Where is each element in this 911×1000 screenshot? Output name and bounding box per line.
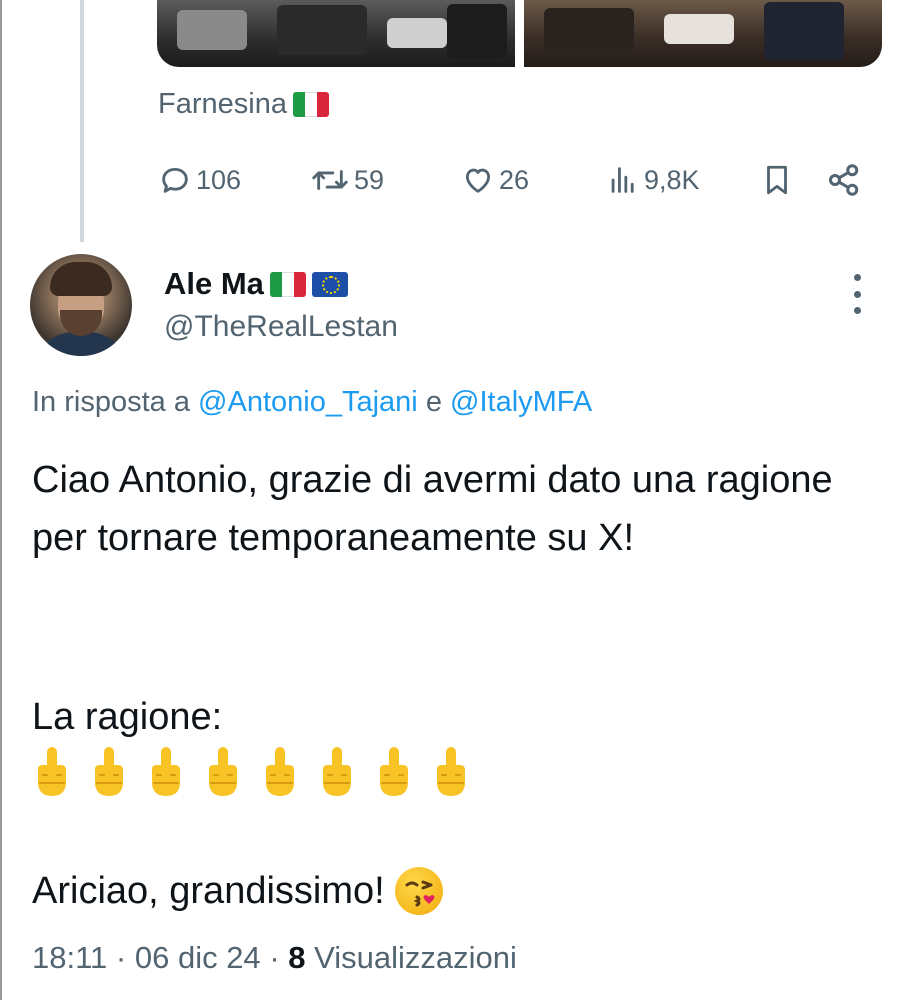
thread-connector-line xyxy=(80,0,84,242)
source-label: Farnesina xyxy=(158,88,287,120)
views-count: 9,8K xyxy=(644,164,700,195)
author-handle[interactable]: @TheRealLestan xyxy=(164,310,398,344)
reply-button[interactable]: 106 xyxy=(158,163,241,197)
tweet-views-label: Visualizzazioni xyxy=(314,940,517,975)
middle-finger-emoji xyxy=(34,745,70,799)
parent-tweet-actions: 106 59 26 9,8K xyxy=(158,160,868,200)
more-icon xyxy=(853,274,861,281)
heart-icon xyxy=(465,168,491,193)
bookmark-button[interactable] xyxy=(760,162,794,198)
reply-context: In risposta a @Antonio_Tajani e @ItalyMF… xyxy=(32,386,592,419)
tweet-text-paragraph-2: La ragione: xyxy=(32,696,223,738)
retweet-icon xyxy=(312,170,348,190)
middle-finger-emoji xyxy=(433,745,469,799)
like-count: 26 xyxy=(499,164,530,195)
share-icon xyxy=(829,164,859,196)
mention-link-antonio-tajani[interactable]: @Antonio_Tajani xyxy=(198,386,418,418)
middle-finger-emoji-row xyxy=(34,745,469,799)
share-button[interactable] xyxy=(826,162,862,198)
tweet-views-count: 8 xyxy=(288,940,306,975)
more-options-button[interactable] xyxy=(850,274,864,314)
tweet-text-closing: Ariciao, grandissimo! xyxy=(32,870,385,912)
eu-flag-icon xyxy=(311,271,348,297)
author-name[interactable]: Ale Ma xyxy=(164,266,348,302)
tweet-closing-line: Ariciao, grandissimo! xyxy=(32,862,443,920)
middle-finger-emoji xyxy=(319,745,355,799)
media-photo-2[interactable] xyxy=(524,0,882,67)
parent-tweet-media[interactable] xyxy=(157,0,882,67)
middle-finger-emoji xyxy=(91,745,127,799)
views-icon xyxy=(611,167,634,193)
middle-finger-emoji xyxy=(262,745,298,799)
italy-flag-icon xyxy=(292,92,329,117)
tweet-meta: 18:11 · 06 dic 24 · 8 Visualizzazioni xyxy=(32,940,517,975)
retweet-button[interactable]: 59 xyxy=(310,163,384,197)
middle-finger-emoji xyxy=(376,745,412,799)
reply-icon xyxy=(162,167,188,193)
kissing-face-emoji xyxy=(394,867,443,915)
author-display-name[interactable]: Ale Ma xyxy=(164,266,264,302)
italy-flag-icon xyxy=(269,271,306,297)
screen-edge xyxy=(0,0,2,1000)
reply-joiner: e xyxy=(425,386,442,418)
middle-finger-emoji xyxy=(205,745,241,799)
like-button[interactable]: 26 xyxy=(461,163,529,197)
retweet-count: 59 xyxy=(354,164,385,195)
media-photo-1[interactable] xyxy=(157,0,515,67)
parent-tweet-source: Farnesina xyxy=(158,88,329,121)
tweet-text-paragraph-1: Ciao Antonio, grazie di avermi dato una … xyxy=(32,459,833,559)
mention-link-italymfa[interactable]: @ItalyMFA xyxy=(450,386,592,418)
views-button[interactable]: 9,8K xyxy=(606,163,700,197)
tweet-date[interactable]: 06 dic 24 xyxy=(135,940,261,975)
middle-finger-emoji xyxy=(148,745,184,799)
reply-count: 106 xyxy=(196,164,242,195)
tweet-time[interactable]: 18:11 xyxy=(32,940,107,975)
bookmark-icon xyxy=(767,165,787,195)
reply-prefix: In risposta a xyxy=(32,386,190,418)
author-avatar[interactable] xyxy=(30,254,132,356)
